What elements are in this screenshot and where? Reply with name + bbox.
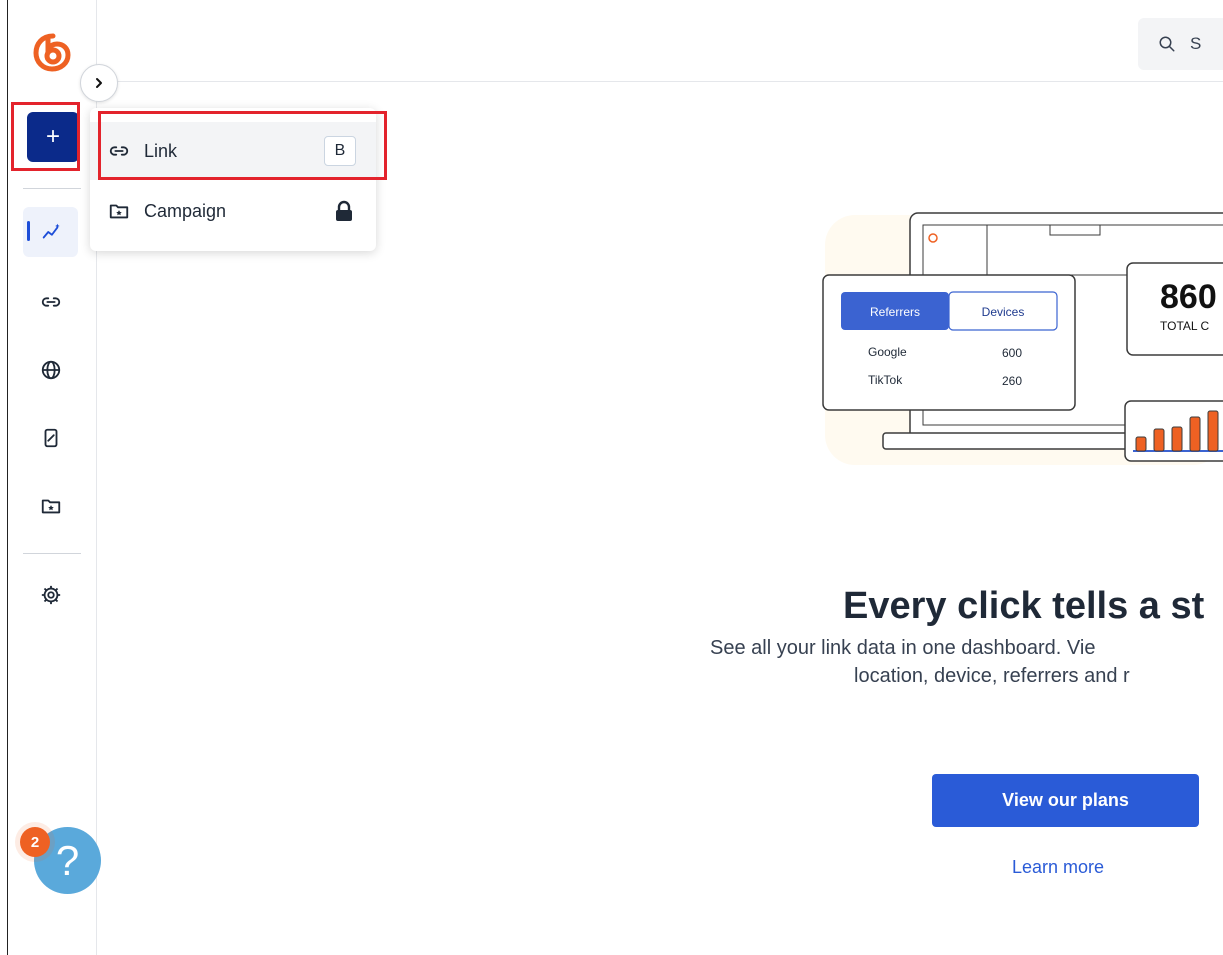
- tab-referrers: Referrers: [870, 305, 920, 319]
- topbar-divider: [98, 81, 1223, 82]
- keyboard-shortcut: B: [324, 136, 356, 166]
- total-label: TOTAL C: [1160, 319, 1209, 333]
- sidebar-item-domains[interactable]: [23, 345, 78, 395]
- tab-devices: Devices: [982, 305, 1025, 319]
- menu-item-link[interactable]: Link B: [90, 122, 376, 180]
- view-plans-button[interactable]: View our plans: [932, 774, 1199, 827]
- search-icon: [1159, 36, 1175, 52]
- lock-icon: [336, 200, 352, 221]
- menu-item-campaign[interactable]: Campaign: [90, 182, 376, 240]
- link-icon: [109, 146, 129, 156]
- link-icon: [41, 297, 60, 307]
- bitly-logo-icon[interactable]: [32, 31, 74, 73]
- app-root: + S Link B Campaign Referrers Devices Go…: [0, 0, 1223, 955]
- analytics-illustration: Referrers Devices Google 600 TikTok 260 …: [822, 212, 1223, 465]
- sidebar-item-qr-codes[interactable]: [23, 413, 78, 463]
- highlight-create-button: [11, 102, 80, 171]
- row-name: Google: [868, 345, 907, 359]
- folder-star-icon: [41, 499, 60, 514]
- notification-badge: 2: [20, 827, 50, 857]
- menu-item-label: Link: [144, 140, 178, 161]
- sidebar-item-analytics[interactable]: [23, 207, 78, 257]
- sidebar-divider: [23, 553, 81, 554]
- learn-more-link[interactable]: Learn more: [1012, 857, 1104, 878]
- row-value: 600: [1002, 346, 1022, 360]
- globe-icon: [41, 360, 60, 380]
- sidebar-divider: [23, 188, 81, 189]
- expand-sidebar-button[interactable]: [80, 64, 118, 102]
- sidebar-item-campaigns[interactable]: [23, 481, 78, 531]
- question-mark-icon: ?: [55, 836, 80, 884]
- menu-item-label: Campaign: [144, 200, 227, 221]
- search-placeholder: S: [1190, 34, 1202, 53]
- sidebar-item-settings[interactable]: [23, 570, 78, 620]
- viewport-edge: [0, 0, 8, 955]
- hero-subtitle-line: See all your link data in one dashboard.…: [710, 637, 1096, 659]
- gear-icon: [41, 585, 60, 605]
- hero-title: Every click tells a st: [843, 585, 1205, 627]
- total-value: 860: [1160, 278, 1217, 316]
- search-input[interactable]: S: [1138, 18, 1223, 70]
- mobile-chart-icon: [44, 428, 57, 448]
- sidebar-item-links[interactable]: [23, 277, 78, 327]
- folder-star-icon: [109, 204, 129, 219]
- hero-subtitle: See all your link data in one dashboard.…: [710, 634, 1223, 690]
- sparkline-icon: [42, 223, 60, 239]
- chevron-right-icon: [96, 78, 102, 88]
- row-name: TikTok: [868, 373, 903, 387]
- create-menu: Link B Campaign: [90, 108, 376, 251]
- row-value: 260: [1002, 374, 1022, 388]
- hero-subtitle-line: location, device, referrers and r: [854, 665, 1130, 687]
